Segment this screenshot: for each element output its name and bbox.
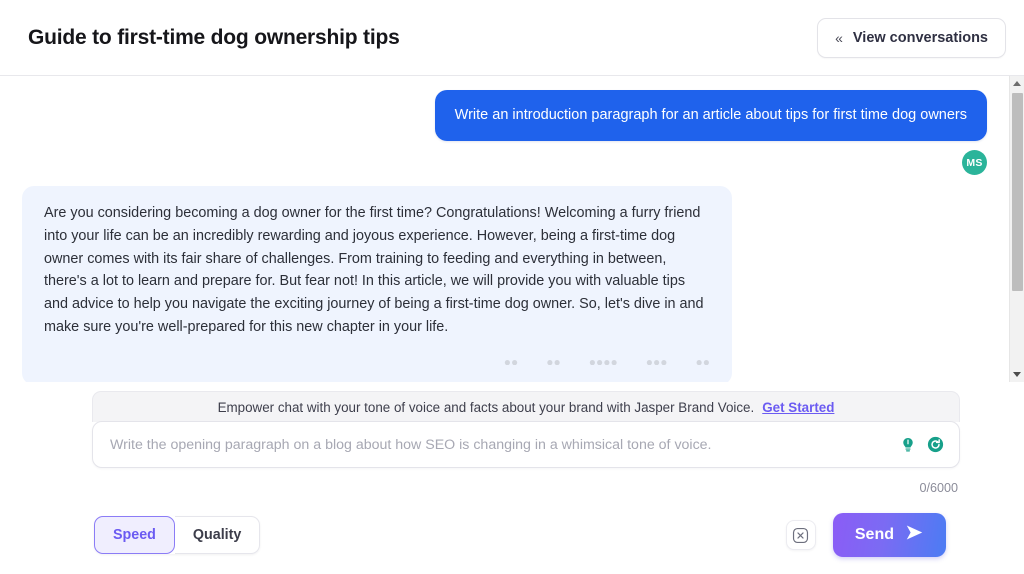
bottom-toolbar: Speed Quality Send <box>0 513 1024 574</box>
page-title: Guide to first-time dog ownership tips <box>28 25 400 49</box>
assistant-message-bubble: Are you considering becoming a dog owner… <box>22 186 732 382</box>
close-square-icon[interactable] <box>785 520 816 550</box>
mode-toggle-group: Speed Quality <box>94 516 261 554</box>
mode-option-quality[interactable]: Quality <box>174 516 261 554</box>
composer: Empower chat with your tone of voice and… <box>0 391 1024 495</box>
user-avatar-row: MS <box>22 141 987 176</box>
jasper-chat-app: Guide to first-time dog ownership tips «… <box>0 0 1024 574</box>
assistant-message-actions-cutoff: ●● ●● ●●●● ●●● ●● <box>503 354 710 365</box>
get-started-link[interactable]: Get Started <box>762 400 834 415</box>
app-header: Guide to first-time dog ownership tips «… <box>0 0 1024 76</box>
prompt-input-placeholder: Write the opening paragraph on a blog ab… <box>110 436 712 453</box>
double-chevron-left-icon: « <box>835 29 843 46</box>
bottom-actions: Send <box>785 513 946 557</box>
lightbulb-icon[interactable] <box>898 435 918 455</box>
brand-voice-banner-text: Empower chat with your tone of voice and… <box>217 399 755 415</box>
view-conversations-label: View conversations <box>852 29 988 46</box>
user-message-row: Write an introduction paragraph for an a… <box>22 90 987 142</box>
scroll-down-arrow-icon[interactable] <box>1010 367 1024 382</box>
scrollbar-thumb[interactable] <box>1012 93 1023 291</box>
assistant-message-row: Are you considering becoming a dog owner… <box>22 186 987 382</box>
mode-option-speed[interactable]: Speed <box>94 516 175 554</box>
user-message-bubble: Write an introduction paragraph for an a… <box>434 90 987 142</box>
send-button-label: Send <box>854 526 894 543</box>
brand-voice-banner: Empower chat with your tone of voice and… <box>92 391 960 422</box>
chat-area: Write an introduction paragraph for an a… <box>0 76 1024 382</box>
refresh-circle-icon[interactable] <box>925 435 945 455</box>
view-conversations-button[interactable]: « View conversations <box>817 17 1006 58</box>
character-counter: 0/6000 <box>919 481 958 495</box>
prompt-input-icons <box>898 435 945 455</box>
chat-scroll-region: Write an introduction paragraph for an a… <box>0 76 1009 382</box>
assistant-message-text: Are you considering becoming a dog owner… <box>44 205 704 335</box>
send-button[interactable]: Send <box>832 513 946 557</box>
prompt-input-container[interactable]: Write the opening paragraph on a blog ab… <box>92 421 960 468</box>
avatar: MS <box>962 150 987 176</box>
paper-plane-icon <box>905 524 924 546</box>
scroll-up-arrow-icon[interactable] <box>1010 76 1024 91</box>
chat-scrollbar[interactable] <box>1009 76 1024 382</box>
